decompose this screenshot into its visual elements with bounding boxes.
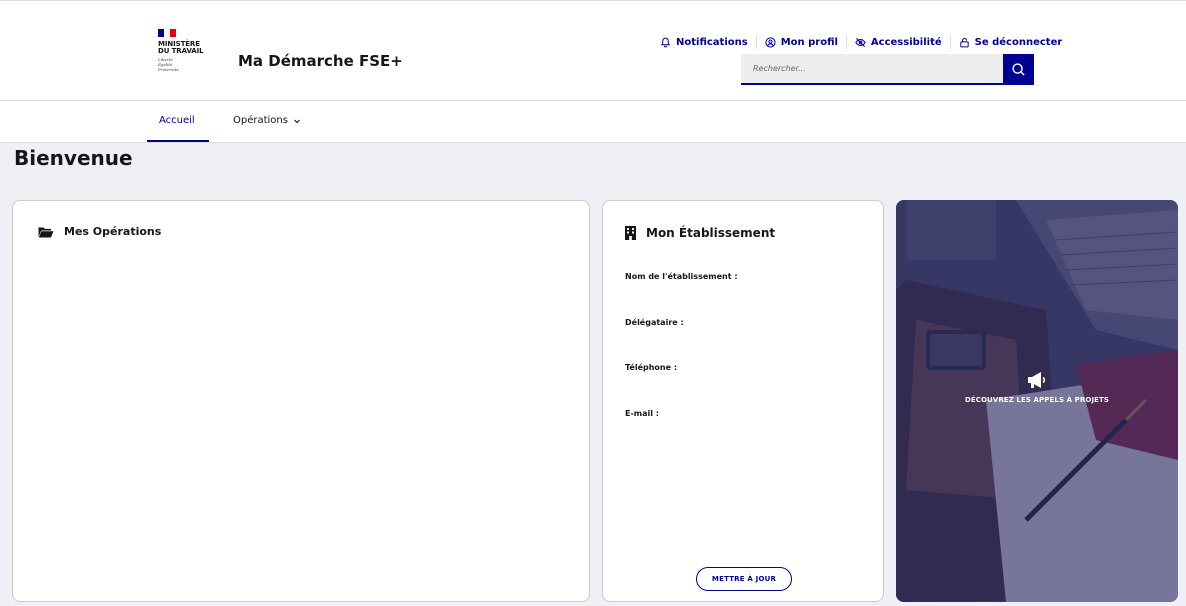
operations-card-title: Mes Opérations bbox=[38, 225, 161, 238]
eye-off-icon bbox=[855, 37, 866, 47]
divider bbox=[845, 35, 847, 49]
logout-label: Se déconnecter bbox=[974, 36, 1063, 48]
search-input[interactable] bbox=[741, 54, 1003, 85]
page-title: Bienvenue bbox=[14, 146, 133, 170]
main-navigation: Accueil Opérations bbox=[0, 101, 1186, 143]
user-circle-icon bbox=[765, 36, 776, 48]
accessibility-link[interactable]: Accessibilité bbox=[855, 37, 942, 48]
update-button[interactable]: METTRE À JOUR bbox=[696, 567, 792, 591]
bell-icon bbox=[660, 37, 671, 47]
promo-cta-label: DÉCOUVREZ LES APPELS À PROJETS bbox=[964, 396, 1110, 404]
profile-link[interactable]: Mon profil bbox=[765, 37, 838, 48]
search-icon bbox=[1012, 63, 1025, 76]
profile-label: Mon profil bbox=[780, 36, 838, 48]
divider bbox=[755, 35, 757, 49]
nav-item-home[interactable]: Accueil bbox=[159, 115, 195, 126]
site-header: MINISTÈRE DU TRAVAIL Liberté Égalité Fra… bbox=[0, 0, 1186, 101]
french-flag-icon bbox=[158, 29, 176, 37]
divider bbox=[949, 35, 951, 49]
phone-label: Téléphone : bbox=[625, 363, 678, 372]
accessibility-label: Accessibilité bbox=[870, 36, 942, 48]
nav-item-operations[interactable]: Opérations bbox=[233, 115, 301, 126]
establishment-name-label: Nom de l'établissement : bbox=[625, 272, 738, 281]
ministry-name-line2: DU TRAVAIL bbox=[158, 47, 204, 55]
search-bar bbox=[741, 54, 1034, 85]
ministry-logo[interactable]: MINISTÈRE DU TRAVAIL Liberté Égalité Fra… bbox=[158, 29, 220, 91]
chevron-down-icon bbox=[294, 119, 300, 123]
logout-link[interactable]: Se déconnecter bbox=[959, 36, 1063, 48]
megaphone-icon bbox=[1028, 372, 1046, 388]
establishment-card-title: Mon Établissement bbox=[625, 226, 775, 240]
active-tab-indicator bbox=[147, 140, 209, 142]
notifications-label: Notifications bbox=[676, 36, 748, 48]
search-button[interactable] bbox=[1003, 54, 1034, 85]
establishment-card: Mon Établissement Nom de l'établissement… bbox=[602, 200, 884, 602]
building-icon bbox=[625, 226, 636, 240]
folder-open-icon bbox=[38, 227, 54, 237]
nav-operations-label: Opérations bbox=[233, 115, 288, 126]
calls-for-projects-card[interactable]: DÉCOUVREZ LES APPELS À PROJETS bbox=[896, 200, 1178, 602]
app-title[interactable]: Ma Démarche FSE+ bbox=[238, 52, 403, 70]
operations-card-label: Mes Opérations bbox=[64, 225, 162, 238]
promo-cta[interactable]: DÉCOUVREZ LES APPELS À PROJETS bbox=[896, 370, 1178, 404]
operations-card: Mes Opérations bbox=[12, 200, 590, 602]
notifications-link[interactable]: Notifications bbox=[660, 37, 748, 48]
republic-motto: Liberté Égalité Fraternité bbox=[158, 57, 179, 72]
email-label: E-mail : bbox=[625, 409, 659, 418]
header-quick-links: Notifications Mon profil Accessibilité S… bbox=[660, 35, 1062, 49]
lock-icon bbox=[959, 37, 969, 47]
establishment-card-label: Mon Établissement bbox=[646, 226, 776, 240]
delegate-label: Délégataire : bbox=[625, 318, 684, 327]
